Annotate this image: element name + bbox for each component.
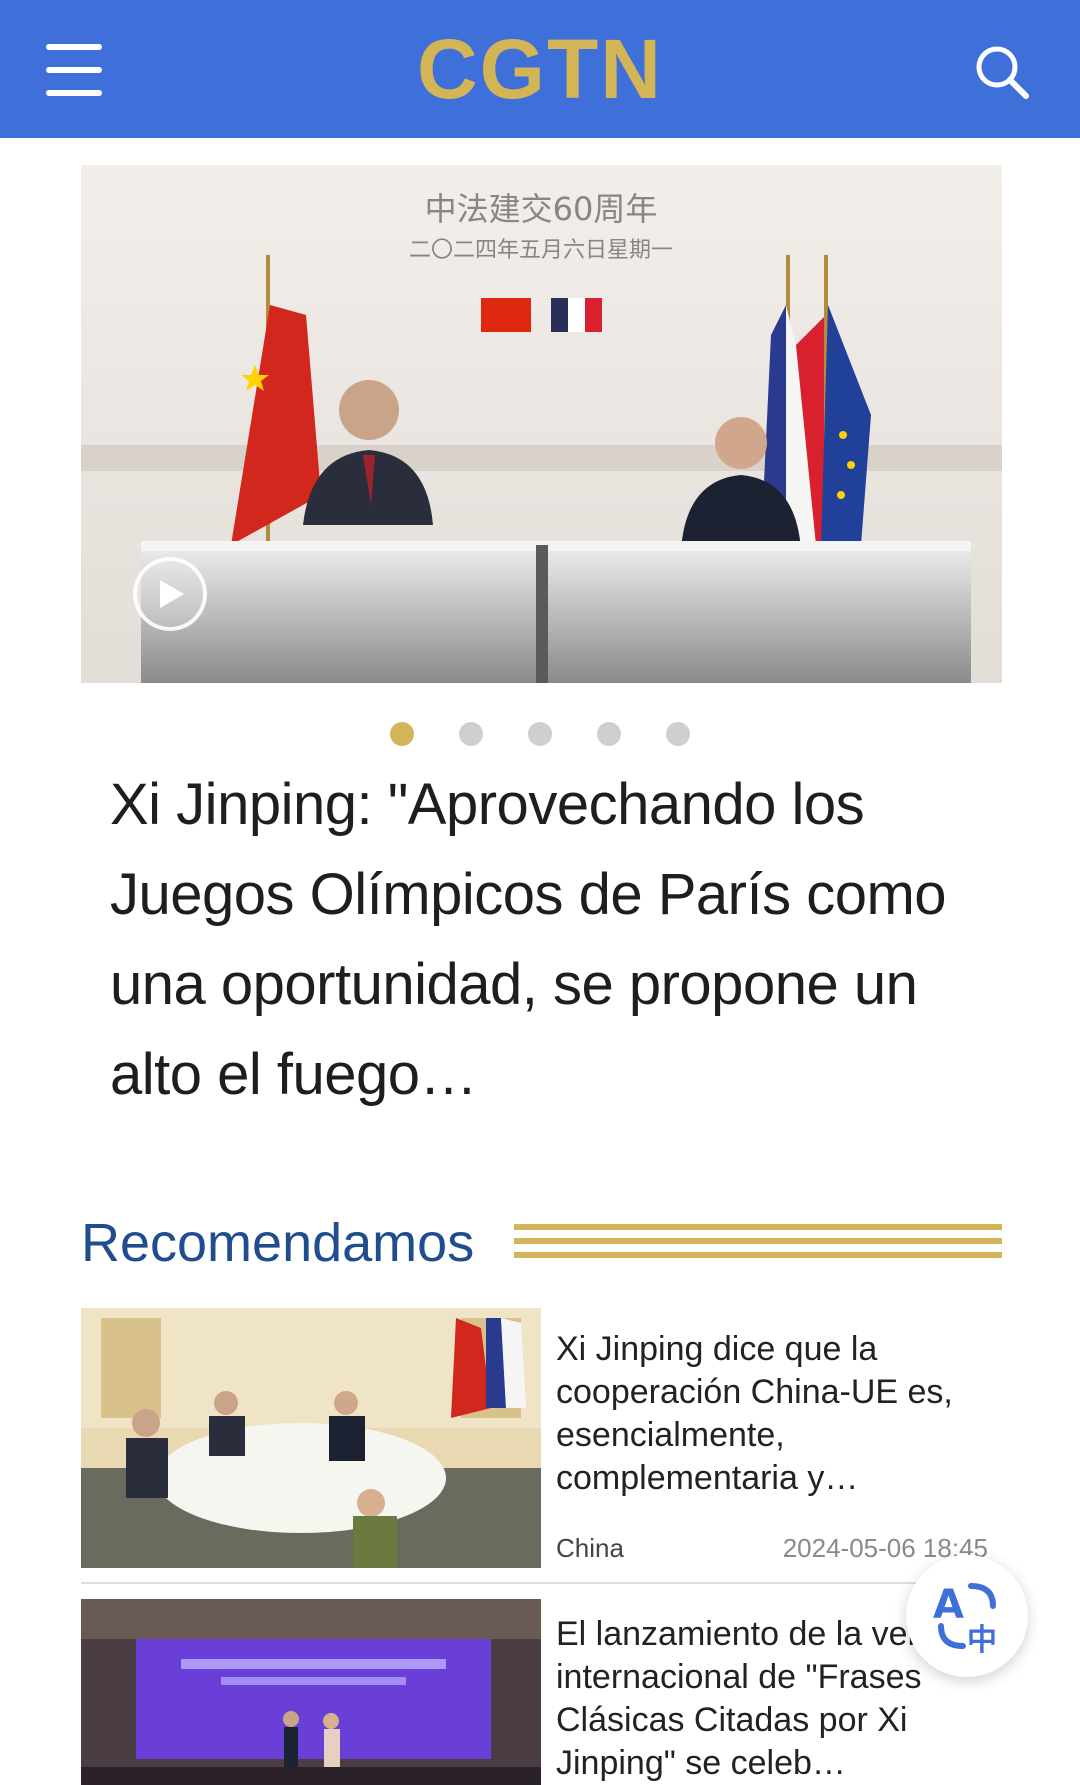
carousel-dot-2[interactable] — [459, 722, 483, 746]
card-divider — [81, 1582, 1002, 1584]
hero-video-thumbnail[interactable]: 中法建交60周年 二〇二四年五月六日星期一 — [81, 165, 1002, 683]
backdrop-title: 中法建交60周年 — [425, 190, 658, 228]
article-thumbnail[interactable] — [81, 1599, 541, 1785]
section-title: Recomendamos — [81, 1213, 475, 1273]
svg-text:A: A — [933, 1582, 964, 1628]
translate-icon[interactable]: A 中 — [906, 1555, 1028, 1677]
carousel-dot-3[interactable] — [528, 722, 552, 746]
article-thumbnail[interactable] — [81, 1308, 541, 1568]
backdrop-date: 二〇二四年五月六日星期一 — [409, 238, 673, 263]
hero-headline[interactable]: Xi Jinping: "Aprovechando los Juegos Olí… — [110, 760, 990, 1120]
carousel-dot-4[interactable] — [597, 722, 621, 746]
section-divider-lines — [514, 1224, 1002, 1258]
article-category[interactable]: China — [556, 1533, 624, 1564]
carousel-pagination — [0, 722, 1080, 746]
cgtn-logo[interactable]: CGTN — [417, 27, 663, 111]
carousel-dot-5[interactable] — [666, 722, 690, 746]
play-icon[interactable] — [133, 557, 207, 631]
top-bar: CGTN — [0, 0, 1080, 138]
carousel-dot-1[interactable] — [390, 722, 414, 746]
hamburger-menu-icon[interactable] — [40, 40, 108, 100]
hero-scene: 中法建交60周年 二〇二四年五月六日星期一 — [81, 165, 1002, 683]
article-title[interactable]: Xi Jinping dice que la cooperación China… — [556, 1328, 996, 1500]
search-icon[interactable] — [972, 42, 1032, 102]
article-card[interactable]: El lanzamiento de la versión internacion… — [81, 1599, 1002, 1785]
svg-text:中: 中 — [967, 1623, 997, 1656]
article-card[interactable]: Xi Jinping dice que la cooperación China… — [81, 1308, 1002, 1568]
